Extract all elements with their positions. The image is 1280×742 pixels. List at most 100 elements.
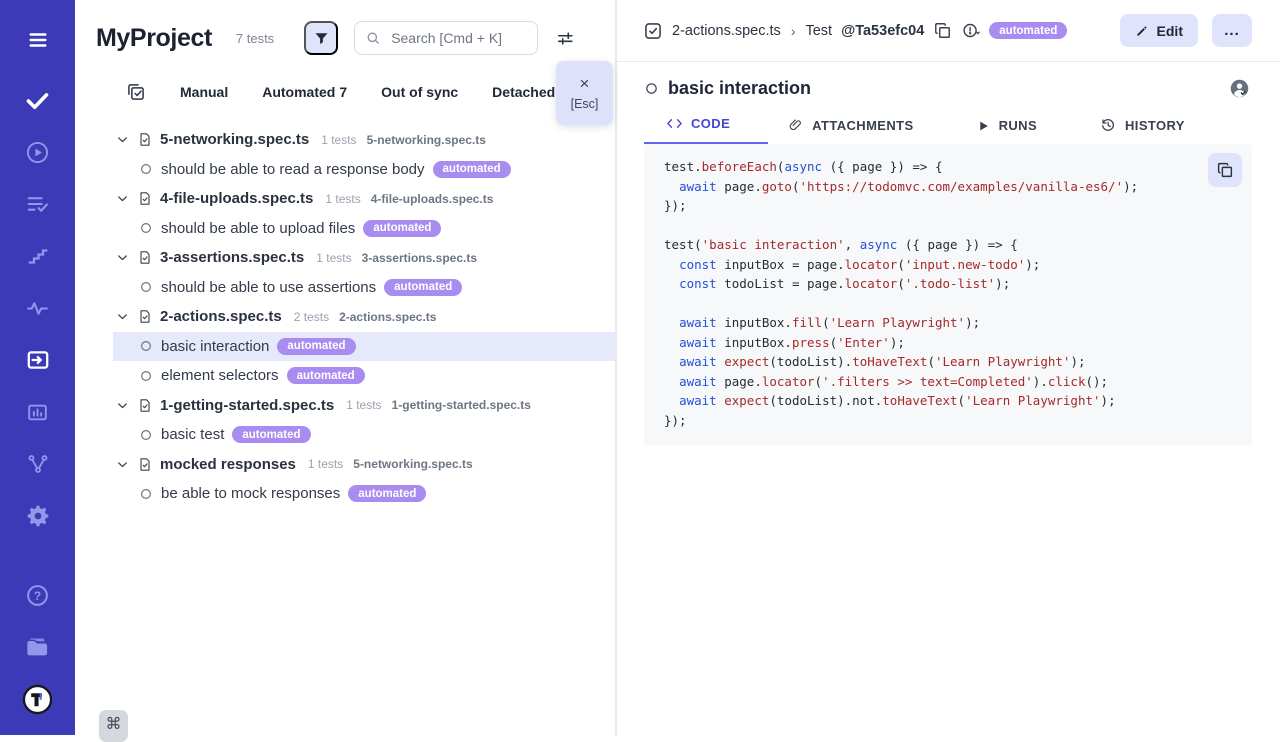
more-actions-button[interactable]: ... [1212,14,1252,47]
funnel-icon [313,30,330,47]
chevron-down-icon[interactable] [115,250,130,265]
test-title: be able to mock responses [161,485,340,502]
spec-file-path: 2-actions.spec.ts [339,310,436,324]
spec-file-row[interactable]: mocked responses 1 tests 5-networking.sp… [75,450,615,480]
test-status-icon [644,81,659,96]
help-icon[interactable]: ? [18,575,58,615]
spec-file-name: 3-assertions.spec.ts [160,249,304,266]
test-status-icon [139,162,153,176]
chevron-down-icon[interactable] [115,191,130,206]
test-row[interactable]: should be able to use assertions automat… [75,273,615,303]
automated-badge: automated [989,22,1067,39]
tab-out-of-sync[interactable]: Out of sync [381,84,458,100]
testomat-logo[interactable] [18,679,58,719]
close-popup: × [Esc] [556,61,613,125]
automated-count: 7 [339,84,347,100]
tests-icon[interactable] [18,80,58,120]
tab-manual[interactable]: Manual [180,84,228,100]
spec-file-row[interactable]: 2-actions.spec.ts 2 tests 2-actions.spec… [75,302,615,332]
spec-file-row[interactable]: 1-getting-started.spec.ts 1 tests 1-gett… [75,391,615,421]
command-key-button[interactable]: ⌘ [99,710,128,742]
search-box[interactable] [354,21,538,55]
search-input[interactable] [389,29,527,47]
spec-file-test-count: 2 tests [294,310,329,324]
bulk-select-icon[interactable] [126,82,146,102]
test-id: @Ta53efc04 [841,23,924,39]
spec-file-path: 3-assertions.spec.ts [362,251,477,265]
test-row[interactable]: be able to mock responses automated [75,479,615,509]
spec-file-icon [137,456,153,473]
project-title: MyProject [96,24,212,53]
runs-icon[interactable] [18,132,58,172]
spec-file-path: 5-networking.spec.ts [353,457,472,471]
spec-file-icon [137,308,153,325]
import-icon[interactable] [18,340,58,380]
menu-icon[interactable] [18,20,58,60]
copy-code-button[interactable] [1208,153,1242,187]
spec-file-icon [137,190,153,207]
chevron-down-icon[interactable] [115,309,130,324]
automated-badge: automated [433,161,511,178]
chevron-down-icon[interactable] [115,457,130,472]
test-title: should be able to read a response body [161,161,425,178]
detail-tabs: CODE ATTACHMENTS RUNS HISTORY [617,116,1280,144]
chevron-down-icon[interactable] [115,132,130,147]
branches-icon[interactable] [18,444,58,484]
tab-runs[interactable]: RUNS [977,118,1037,144]
search-icon [365,30,381,46]
tab-code[interactable]: CODE [644,116,768,144]
tab-detached[interactable]: Detached [492,84,555,100]
breadcrumb-file[interactable]: 2-actions.spec.ts [672,23,781,39]
reports-icon[interactable] [18,392,58,432]
test-title: basic interaction [161,338,269,355]
edit-button[interactable]: Edit [1120,14,1198,47]
assignee-avatar-icon[interactable] [1229,78,1250,99]
spec-file-row[interactable]: 3-assertions.spec.ts 1 tests 3-assertion… [75,243,615,273]
chevron-down-icon[interactable] [115,398,130,413]
automated-badge: automated [384,279,462,296]
spec-file-row[interactable]: 5-networking.spec.ts 1 tests 5-networkin… [75,125,615,155]
svg-text:?: ? [34,588,41,602]
pencil-icon [1135,24,1149,38]
test-status-icon [139,369,153,383]
spec-file-name: 4-file-uploads.spec.ts [160,190,313,207]
filter-button[interactable] [304,21,338,55]
test-row[interactable]: basic interaction automated [113,332,615,362]
tab-attachments[interactable]: ATTACHMENTS [788,117,913,144]
spec-file-test-count: 1 tests [346,398,381,412]
test-row[interactable]: basic test automated [75,420,615,450]
view-options-icon[interactable] [556,29,575,48]
spec-file-icon [137,131,153,148]
close-icon[interactable]: × [580,75,590,92]
spec-file-name: 1-getting-started.spec.ts [160,397,334,414]
settings-icon[interactable] [18,496,58,536]
breadcrumb-separator: › [791,23,796,39]
clock-alert-icon[interactable] [961,21,980,40]
pulse-icon[interactable] [18,288,58,328]
history-clock-icon [1100,117,1116,133]
test-plans-icon[interactable] [18,184,58,224]
code-block: test.beforeEach(async ({ page }) => { aw… [644,144,1252,446]
command-key-glyph: ⌘ [106,714,122,734]
paperclip-icon [788,117,803,133]
app-sidebar: ? [0,0,75,735]
tests-count: 7 tests [236,31,274,46]
test-row[interactable]: should be able to upload files automated [75,214,615,244]
test-status-icon [139,339,153,353]
steps-icon[interactable] [18,236,58,276]
test-status-icon [139,280,153,294]
tab-history[interactable]: HISTORY [1100,117,1185,144]
tab-automated[interactable]: Automated7 [262,84,347,100]
spec-file-test-count: 1 tests [325,192,360,206]
test-title: should be able to use assertions [161,279,376,296]
spec-file-test-count: 1 tests [308,457,343,471]
spec-file-row[interactable]: 4-file-uploads.spec.ts 1 tests 4-file-up… [75,184,615,214]
filter-tabs: Manual Automated7 Out of sync Detached [126,82,601,102]
spec-file-name: 5-networking.spec.ts [160,131,309,148]
projects-folder-icon[interactable] [18,627,58,667]
spec-file-icon [137,397,153,414]
copy-id-icon[interactable] [933,21,952,40]
test-row[interactable]: element selectors automated [75,361,615,391]
test-status-icon [139,428,153,442]
test-row[interactable]: should be able to read a response body a… [75,155,615,185]
